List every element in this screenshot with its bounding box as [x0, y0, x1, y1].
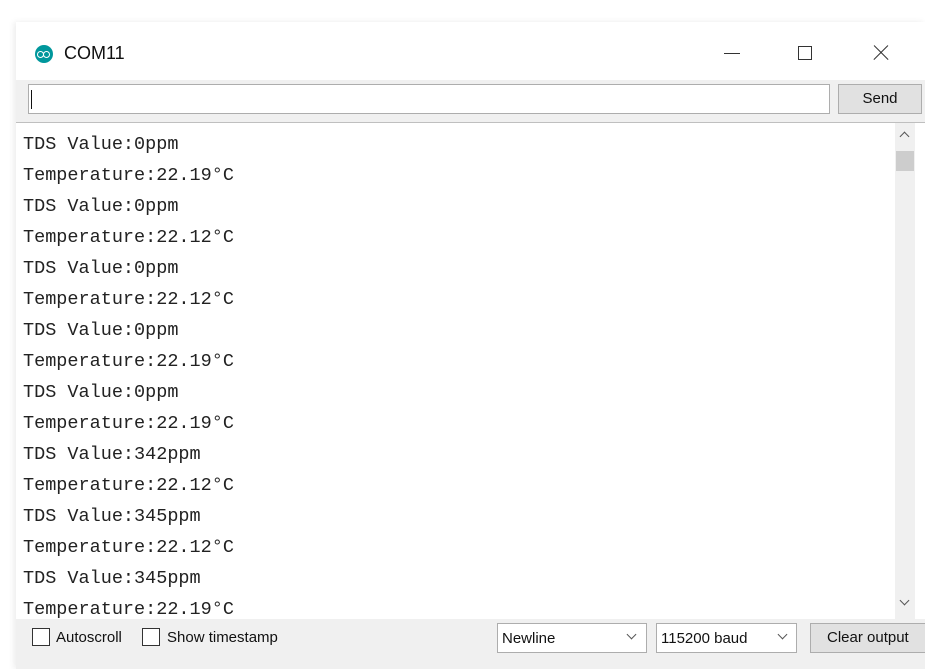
- output-line: TDS Value:0ppm: [23, 258, 179, 279]
- window-title: COM11: [64, 43, 125, 63]
- output-line: TDS Value:345ppm: [23, 568, 201, 589]
- line-ending-value: Newline: [502, 630, 556, 647]
- bottom-toolbar: Autoscroll Show timestamp Newline 115200…: [16, 619, 925, 669]
- output-line: TDS Value:0ppm: [23, 382, 179, 403]
- output-lines: TDS Value:0ppm Temperature:22.19°C TDS Val…: [23, 129, 234, 620]
- scroll-thumb[interactable]: [896, 151, 914, 171]
- serial-input-field[interactable]: [28, 84, 830, 114]
- output-line: Temperature:22.19°C: [23, 413, 234, 434]
- show-timestamp-checkbox[interactable]: [142, 628, 160, 646]
- maximize-button[interactable]: [784, 36, 830, 72]
- chevron-down-icon: [777, 629, 788, 640]
- send-button[interactable]: Send: [838, 84, 922, 114]
- output-line: Temperature:22.12°C: [23, 289, 234, 310]
- chevron-down-icon: [626, 629, 637, 640]
- output-line: TDS Value:0ppm: [23, 196, 179, 217]
- serial-output[interactable]: TDS Value:0ppm Temperature:22.19°C TDS Val…: [16, 122, 925, 620]
- output-line: Temperature:22.19°C: [23, 351, 234, 372]
- scroll-up-arrow-icon[interactable]: [895, 127, 915, 145]
- serial-monitor-window: COM11 Send TDS Value:0ppm Temperature:22.…: [16, 22, 925, 669]
- output-line: Temperature:22.12°C: [23, 537, 234, 558]
- send-row: Send: [16, 80, 925, 122]
- baud-rate-value: 115200 baud: [661, 630, 748, 647]
- output-line: Temperature:22.12°C: [23, 475, 234, 496]
- output-line: TDS Value:345ppm: [23, 506, 201, 527]
- vertical-scrollbar[interactable]: [895, 123, 915, 620]
- close-button[interactable]: [859, 36, 905, 72]
- title-bar: COM11: [16, 22, 925, 80]
- arduino-logo-icon: [35, 45, 53, 63]
- autoscroll-label: Autoscroll: [56, 629, 122, 646]
- line-ending-select[interactable]: Newline: [497, 623, 647, 653]
- output-line: Temperature:22.19°C: [23, 599, 234, 620]
- clear-output-button[interactable]: Clear output: [810, 623, 925, 653]
- output-line: TDS Value:0ppm: [23, 134, 179, 155]
- output-line: Temperature:22.19°C: [23, 165, 234, 186]
- text-caret: [31, 90, 32, 109]
- baud-rate-select[interactable]: 115200 baud: [656, 623, 797, 653]
- show-timestamp-label: Show timestamp: [167, 629, 278, 646]
- autoscroll-checkbox[interactable]: [32, 628, 50, 646]
- minimize-button[interactable]: [709, 36, 755, 72]
- output-line: TDS Value:0ppm: [23, 320, 179, 341]
- output-line: TDS Value:342ppm: [23, 444, 201, 465]
- scroll-down-arrow-icon[interactable]: [895, 595, 915, 613]
- output-line: Temperature:22.12°C: [23, 227, 234, 248]
